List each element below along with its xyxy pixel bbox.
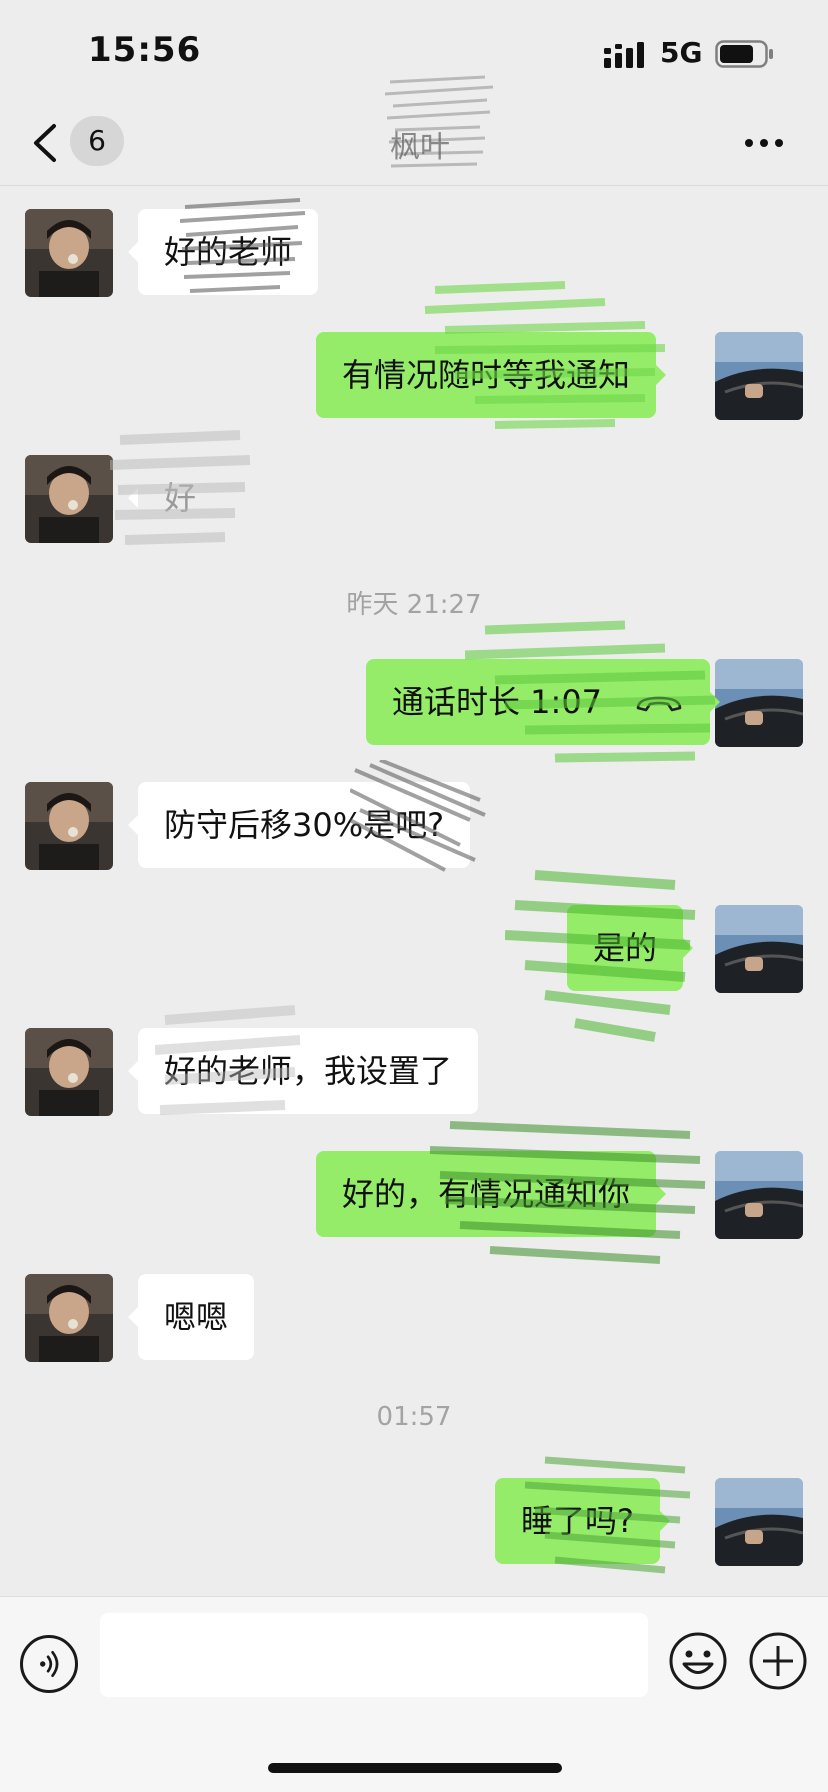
message-bubble-received[interactable]: 防守后移30%是吧? — [127, 782, 471, 868]
home-indicator[interactable] — [268, 1763, 562, 1773]
message-bubble-received[interactable]: 好的老师 — [127, 209, 319, 295]
contact-avatar[interactable] — [25, 1274, 113, 1362]
network-label: 5G — [660, 36, 703, 69]
contact-avatar[interactable] — [25, 455, 113, 543]
my-avatar[interactable] — [715, 659, 803, 747]
message-bubble-received[interactable]: 好 — [127, 455, 222, 541]
message-bubble-sent[interactable]: 睡了吗? — [495, 1478, 670, 1564]
emoji-icon[interactable] — [668, 1631, 728, 1691]
message-bubble-sent[interactable]: 好的，有情况通知你 — [316, 1151, 667, 1237]
contact-avatar[interactable] — [25, 782, 113, 870]
battery-icon — [715, 40, 773, 68]
unread-badge[interactable]: 6 — [70, 116, 124, 166]
my-avatar[interactable] — [715, 1151, 803, 1239]
title-redaction-scribble — [385, 75, 494, 168]
call-record-bubble[interactable]: 通话时长 1:07 — [366, 659, 721, 745]
call-duration-text: 通话时长 1:07 — [392, 683, 603, 721]
message-bubble-received[interactable]: 好的老师，我设置了 — [127, 1028, 479, 1114]
message-input[interactable] — [100, 1613, 648, 1697]
my-avatar[interactable] — [715, 332, 803, 420]
message-bubble-received[interactable]: 嗯嗯 — [127, 1274, 255, 1360]
input-bar — [0, 1596, 828, 1792]
my-avatar[interactable] — [715, 1478, 803, 1566]
plus-icon[interactable] — [748, 1631, 808, 1691]
time-divider: 昨天 21:27 — [346, 590, 482, 620]
chat-screen: 15:56 5G 枫叶 6 好的老师 有情况随时等我通知 好 昨天 21:27 … — [0, 0, 828, 1792]
back-icon[interactable] — [30, 122, 60, 164]
phone-hangup-icon — [636, 696, 682, 712]
voice-icon[interactable] — [20, 1635, 78, 1693]
contact-avatar[interactable] — [25, 1028, 113, 1116]
status-time: 15:56 — [88, 30, 202, 70]
contact-avatar[interactable] — [25, 209, 113, 297]
time-divider: 01:57 — [376, 1402, 452, 1432]
more-icon[interactable] — [744, 138, 784, 148]
signal-icon — [604, 42, 644, 68]
message-bubble-sent[interactable]: 是的 — [567, 905, 694, 991]
my-avatar[interactable] — [715, 905, 803, 993]
message-bubble-sent[interactable]: 有情况随时等我通知 — [316, 332, 667, 418]
